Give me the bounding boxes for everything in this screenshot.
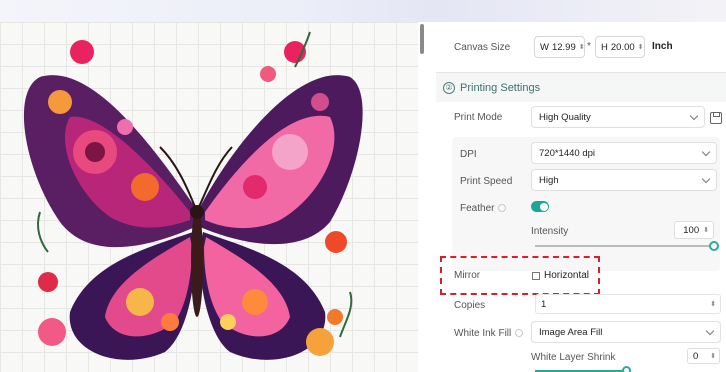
canvas-width-input[interactable]: W 12.99 ⬍ xyxy=(534,36,585,58)
canvas-preview[interactable] xyxy=(0,22,418,372)
dpi-value: 720*1440 dpi xyxy=(539,147,595,159)
height-value: 20.00 xyxy=(610,41,635,53)
intensity-label: Intensity xyxy=(531,226,569,237)
spinner-arrows-icon[interactable]: ⬍ xyxy=(710,300,716,308)
white-ink-fill-select[interactable]: Image Area Fill xyxy=(531,321,721,343)
chevron-down-icon xyxy=(689,111,699,121)
chevron-down-icon xyxy=(701,147,711,157)
white-ink-fill-label: White Ink Fill xyxy=(454,328,524,339)
intensity-slider-handle[interactable] xyxy=(709,241,719,251)
intensity-slider-track[interactable] xyxy=(535,245,713,247)
white-ink-fill-label-text: White Ink Fill xyxy=(454,328,512,339)
chevron-down-icon xyxy=(701,174,711,184)
copies-label: Copies xyxy=(454,300,486,311)
mirror-horizontal-checkbox[interactable] xyxy=(532,272,540,280)
settings-panel: Canvas Size W 12.99 ⬍ * H 20.00 ⬍ Inch ②… xyxy=(436,22,726,372)
height-prefix: H xyxy=(601,41,608,53)
print-mode-value: High Quality xyxy=(539,111,591,123)
info-icon[interactable] xyxy=(498,204,507,212)
spinner-arrows-icon[interactable]: ⬍ xyxy=(638,43,644,51)
print-speed-label: Print Speed xyxy=(460,176,513,187)
white-ink-fill-value: Image Area Fill xyxy=(539,326,603,338)
white-layer-shrink-slider-handle[interactable] xyxy=(622,366,631,372)
butterfly-artwork xyxy=(23,31,363,360)
canvas-height-input[interactable]: H 20.00 ⬍ xyxy=(595,36,645,58)
white-layer-shrink-value: 0 xyxy=(693,350,699,362)
unit-label: Inch xyxy=(652,41,673,52)
copies-value: 1 xyxy=(541,298,547,310)
intensity-input[interactable]: 100 ⬍ xyxy=(674,221,714,239)
width-prefix: W xyxy=(540,41,549,53)
canvas-size-label: Canvas Size xyxy=(454,42,511,53)
spinner-arrows-icon[interactable]: ⬍ xyxy=(703,226,709,234)
dpi-select[interactable]: 720*1440 dpi xyxy=(531,142,717,164)
canvas-scrollbar[interactable] xyxy=(420,24,424,54)
copies-input[interactable]: 1 ⬍ xyxy=(535,294,721,314)
print-speed-select[interactable]: High xyxy=(531,169,717,191)
feather-label: Feather xyxy=(460,203,507,214)
info-icon[interactable] xyxy=(515,329,524,337)
white-layer-shrink-label: White Layer Shrink xyxy=(531,352,616,363)
intensity-value: 100 xyxy=(683,224,700,236)
printing-settings-header[interactable]: ② Printing Settings xyxy=(436,72,726,102)
save-icon[interactable] xyxy=(710,112,722,124)
mirror-label: Mirror xyxy=(454,270,481,281)
chevron-down-icon xyxy=(705,326,715,336)
spinner-arrows-icon[interactable]: ⬍ xyxy=(579,43,585,51)
section-number-badge: ② xyxy=(443,81,455,94)
spinner-arrows-icon[interactable]: ⬍ xyxy=(710,352,716,360)
feather-label-text: Feather xyxy=(460,203,495,214)
print-mode-select[interactable]: High Quality xyxy=(531,106,705,128)
section-title: Printing Settings xyxy=(460,81,541,94)
feather-toggle[interactable] xyxy=(531,201,549,212)
window-top-strip xyxy=(0,0,726,22)
size-separator: * xyxy=(587,41,591,52)
print-speed-value: High xyxy=(539,174,559,186)
width-value: 12.99 xyxy=(551,41,576,53)
white-layer-shrink-input[interactable]: 0 ⬍ xyxy=(687,348,720,364)
dpi-label: DPI xyxy=(460,149,477,160)
mirror-horizontal-label[interactable]: Horizontal xyxy=(544,270,589,281)
print-mode-label: Print Mode xyxy=(454,112,503,123)
